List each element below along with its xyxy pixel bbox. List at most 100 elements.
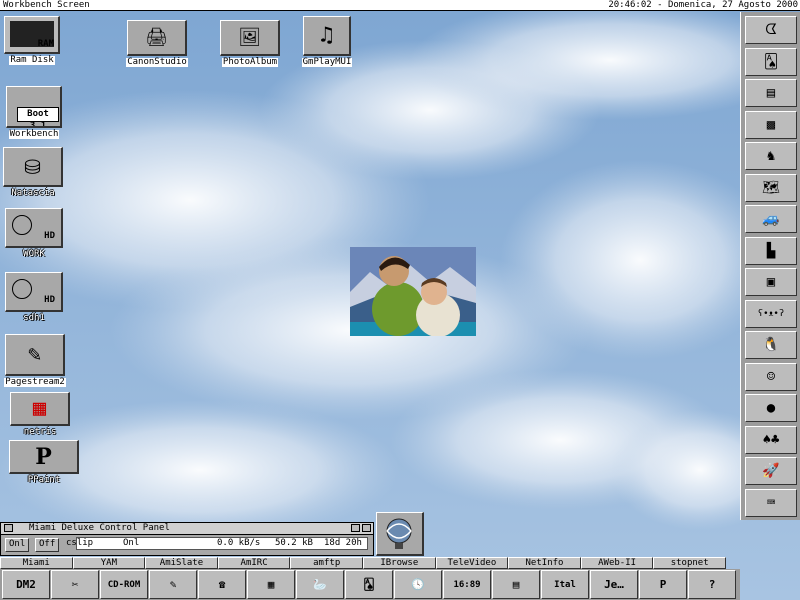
desktop-icon-pagestream2[interactable]: ✎ Pagestream2 bbox=[0, 334, 75, 387]
app-button-miami[interactable]: Miami bbox=[0, 557, 73, 569]
chess-icon: ♞ bbox=[766, 148, 776, 164]
music-player-icon: ♫ bbox=[303, 16, 351, 56]
desktop-icon-label: WORK bbox=[23, 249, 45, 259]
digital-clock-icon[interactable]: 16:89 bbox=[443, 570, 491, 599]
solitaire-icon[interactable]: 🂡 bbox=[345, 570, 393, 599]
dock-button-5[interactable]: 🗺 bbox=[745, 173, 797, 202]
clock-icon[interactable]: 🕓 bbox=[394, 570, 442, 599]
window-title-bar[interactable]: Miami Deluxe Control Panel bbox=[1, 523, 373, 535]
desktop-icon-label: Ram Disk bbox=[9, 55, 55, 65]
desktop-icon-label: Natascia bbox=[11, 188, 55, 198]
app-button-ibrowse[interactable]: IBrowse bbox=[363, 557, 436, 569]
screen-title-bar[interactable]: Workbench Screen 20:46:02 - Domenica, 27… bbox=[0, 0, 800, 11]
miami-logo-icon[interactable] bbox=[376, 512, 424, 556]
swan-icon[interactable]: 🦢 bbox=[296, 570, 344, 599]
depth-gadget-icon[interactable] bbox=[362, 524, 371, 532]
screen-clock: 20:46:02 - Domenica, 27 Agosto 2000 bbox=[608, 0, 798, 10]
dock-button-0[interactable]: ᗧ bbox=[745, 16, 797, 44]
bytes-transferred: 50.2 kB bbox=[275, 538, 313, 548]
dock-button-12[interactable]: ● bbox=[745, 394, 797, 422]
ball-icon: ● bbox=[766, 400, 776, 416]
dock-button-10[interactable]: 🐧 bbox=[745, 331, 797, 359]
help-icon[interactable]: ? bbox=[688, 570, 736, 599]
flag-app-icon[interactable]: Je… bbox=[590, 570, 638, 599]
window-title: Miami Deluxe Control Panel bbox=[29, 523, 170, 533]
transfer-rate: 0.0 kB/s bbox=[217, 538, 261, 548]
desktop-icon-workbench[interactable]: Boot 3.1 Workbench bbox=[0, 86, 74, 139]
dock-button-3[interactable]: ▩ bbox=[745, 110, 797, 139]
desktop-icon-label: GmPlayMUI bbox=[301, 57, 353, 67]
dock-button-7[interactable]: ▙ bbox=[745, 236, 797, 265]
desktop-icon-work[interactable]: HD WORK bbox=[0, 208, 74, 259]
dock-button-15[interactable]: ⌨ bbox=[745, 488, 797, 517]
connection-status: Onl bbox=[123, 538, 140, 548]
online-button[interactable]: Onl bbox=[5, 538, 30, 552]
dock-button-9[interactable]: ʕ•ᴥ•ʔ bbox=[745, 299, 797, 328]
miami-control-panel-window[interactable]: Miami Deluxe Control Panel Onl Off cslip… bbox=[0, 522, 374, 556]
desktop-icon-ppaint[interactable]: P PPaint bbox=[4, 440, 84, 485]
desktop-icon-label: Pagestream2 bbox=[4, 377, 66, 387]
disk-drive-icon: ⛁ bbox=[3, 147, 63, 187]
close-gadget-icon[interactable] bbox=[4, 524, 13, 532]
app-button-netinfo[interactable]: NetInfo bbox=[508, 557, 581, 569]
desktop-icon-natascia[interactable]: ⛁ Natascia bbox=[0, 147, 73, 198]
car-game-icon: 🚙 bbox=[762, 211, 780, 227]
ital-icon[interactable]: Ital bbox=[541, 570, 589, 599]
desktop-icon-ram-disk[interactable]: RAM Ram Disk bbox=[0, 16, 72, 65]
app-button-aweb-ii[interactable]: AWeb-II bbox=[580, 557, 654, 569]
app-button-amftp[interactable]: amftp bbox=[290, 557, 363, 569]
desktop-icon-sdh1[interactable]: HD sdh1 bbox=[0, 272, 74, 323]
offline-button[interactable]: Off bbox=[35, 538, 60, 552]
phone-icon[interactable]: ☎ bbox=[198, 570, 246, 599]
rocket-icon: 🚀 bbox=[762, 463, 780, 479]
icon-launcher-bar: DM2 ✂ CD-ROM ✎ ☎ ▦ 🦢 🂡 🕓 16:89 ▤ Ital Je… P? bbox=[0, 569, 740, 600]
uptime: 18d 20h bbox=[324, 538, 362, 548]
dock-button-6[interactable]: 🚙 bbox=[745, 205, 797, 233]
dock-button-11[interactable]: ☺ bbox=[745, 362, 797, 391]
dock-button-13[interactable]: ♠♣ bbox=[745, 425, 797, 454]
desktop-icon-netris[interactable]: ▦ netris bbox=[0, 392, 80, 437]
dm2-icon[interactable]: DM2 bbox=[2, 570, 50, 599]
dock-button-8[interactable]: ▣ bbox=[745, 268, 797, 296]
tetris-icon: ▙ bbox=[766, 242, 776, 259]
netris-icon: ▦ bbox=[10, 392, 70, 426]
card-suits-icon: ♠♣ bbox=[762, 431, 780, 448]
desktop-icon-photoalbum[interactable]: 🖼 PhotoAlbum bbox=[210, 20, 290, 67]
cartoon-icon: ☺ bbox=[766, 368, 776, 385]
bear-icon: ʕ•ᴥ•ʔ bbox=[757, 309, 785, 319]
dock-button-4[interactable]: ♞ bbox=[745, 142, 797, 170]
keyboard-icon: ⌨ bbox=[766, 494, 776, 511]
scissors-icon[interactable]: ✂ bbox=[51, 570, 99, 599]
zoom-gadget-icon[interactable] bbox=[351, 524, 360, 532]
desktop-icon-label: netris bbox=[23, 427, 57, 437]
tux-icon: 🐧 bbox=[762, 337, 780, 353]
dock-button-1[interactable]: 🂡 bbox=[745, 47, 797, 76]
calculator-icon[interactable]: ▦ bbox=[247, 570, 295, 599]
photo-window[interactable] bbox=[350, 247, 476, 336]
ppaint-small-icon[interactable]: P bbox=[639, 570, 687, 599]
interface-name: cslip bbox=[66, 538, 94, 548]
app-button-televideo[interactable]: TeleVideo bbox=[435, 557, 509, 569]
app-button-amirc[interactable]: AmIRC bbox=[217, 557, 291, 569]
app-launcher-bar: Miami YAM AmiSlate AmIRC amftp IBrowse TeleVid… bbox=[0, 557, 726, 569]
workbench-drive-icon: Boot 3.1 bbox=[6, 86, 62, 128]
app-button-stopnet[interactable]: stopnet bbox=[653, 557, 726, 569]
cards-icon: 🂡 bbox=[763, 53, 779, 70]
app-button-amislate[interactable]: AmiSlate bbox=[145, 557, 218, 569]
desktop-icon-label: sdh1 bbox=[23, 313, 45, 323]
dock-button-2[interactable]: ▤ bbox=[745, 79, 797, 107]
desktop-icon-canonstudio[interactable]: 🖨 CanonStudio bbox=[117, 20, 197, 67]
disk-stack-icon[interactable]: ▤ bbox=[492, 570, 540, 599]
photo-album-icon: 🖼 bbox=[220, 20, 280, 56]
dock-button-14[interactable]: 🚀 bbox=[745, 457, 797, 485]
ram-disk-icon: RAM bbox=[4, 16, 60, 54]
monitor-game-icon: ▣ bbox=[766, 274, 776, 290]
pen-icon[interactable]: ✎ bbox=[149, 570, 197, 599]
desktop-icon-label: PhotoAlbum bbox=[221, 57, 279, 67]
right-toolbar-dock: ᗧ 🂡 ▤ ▩ ♞ 🗺 🚙 ▙ ▣ ʕ•ᴥ•ʔ 🐧 ☺ ● ♠♣ 🚀 ⌨ bbox=[740, 12, 800, 520]
app-button-yam[interactable]: YAM bbox=[72, 557, 146, 569]
printer-icon: 🖨 bbox=[127, 20, 187, 56]
cdrom-icon[interactable]: CD-ROM bbox=[100, 570, 148, 599]
desktop-icon-gmplaymui[interactable]: ♫ GmPlayMUI bbox=[287, 16, 367, 67]
hard-disk-icon: HD bbox=[5, 208, 63, 248]
